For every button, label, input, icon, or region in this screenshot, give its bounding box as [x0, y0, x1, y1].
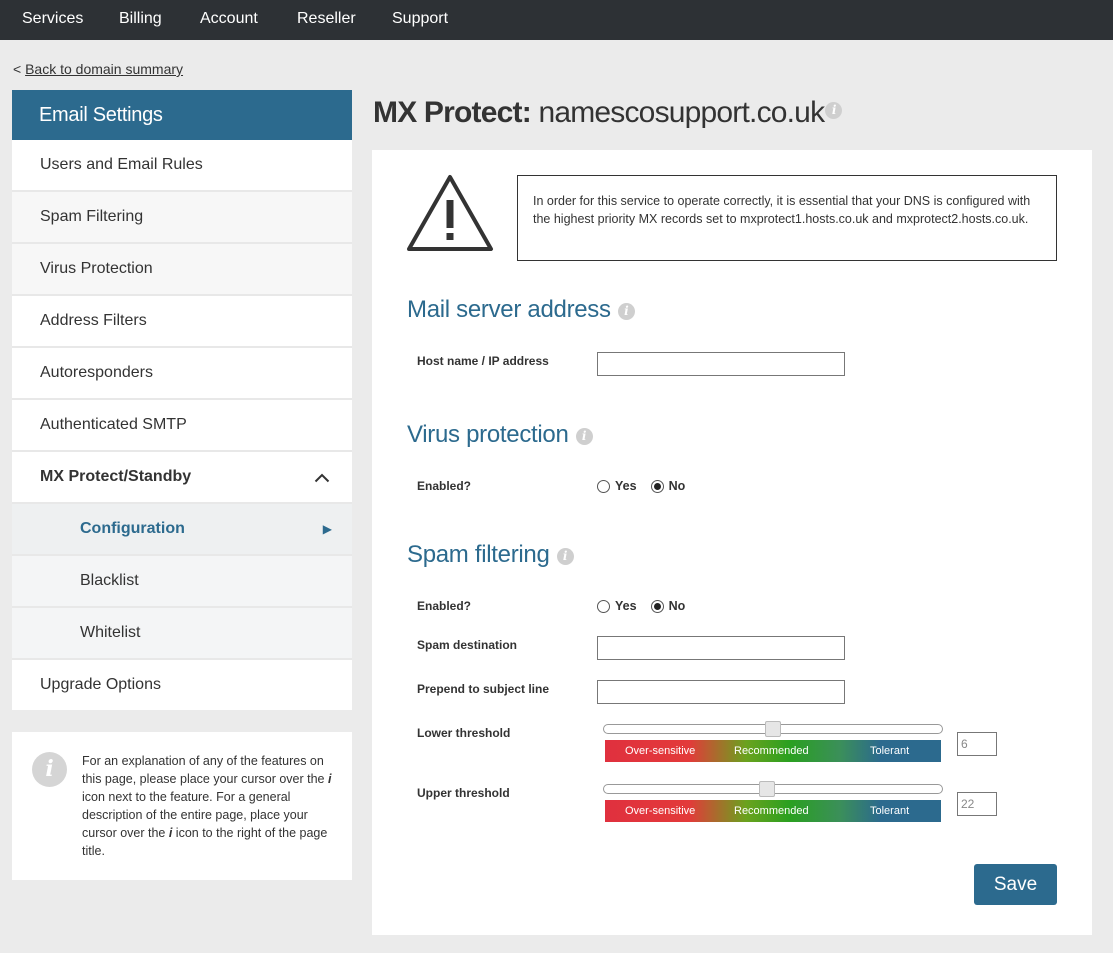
sidebar-item-blacklist[interactable]: Blacklist: [12, 556, 352, 608]
sidebar-item-configuration[interactable]: Configuration ▶: [12, 504, 352, 556]
back-link-container: < Back to domain summary: [13, 61, 183, 77]
sidebar-item-virus-protection[interactable]: Virus Protection: [12, 244, 352, 296]
spam-yes-label: Yes: [615, 599, 637, 613]
dns-warning-message: In order for this service to operate cor…: [517, 175, 1057, 261]
mail-server-info-icon[interactable]: i: [617, 303, 635, 320]
spam-enabled-no-radio[interactable]: [650, 599, 664, 613]
upper-threshold-slider[interactable]: [603, 781, 943, 797]
prepend-subject-input[interactable]: [597, 680, 845, 704]
help-infobox: i For an explanation of any of the featu…: [12, 732, 352, 880]
virus-protection-heading: Virus protection i: [407, 421, 593, 449]
sidebar-item-label: Configuration: [80, 520, 185, 537]
domain-name: namescosupport.co.uk: [538, 96, 825, 129]
lower-threshold-value-input[interactable]: 6: [957, 732, 997, 756]
sidebar: Email Settings Users and Email Rules Spa…: [12, 90, 352, 710]
virus-yes-label: Yes: [615, 479, 637, 493]
info-icon: i: [32, 752, 67, 787]
sidebar-item-whitelist[interactable]: Whitelist: [12, 608, 352, 660]
lower-threshold-slider[interactable]: [603, 721, 943, 737]
back-chevron: <: [13, 61, 22, 77]
upper-threshold-slider-handle[interactable]: [759, 781, 775, 797]
scale-label-tolerant: Tolerant: [870, 745, 910, 757]
sidebar-item-address-filters[interactable]: Address Filters: [12, 296, 352, 348]
nav-support[interactable]: Support: [392, 0, 448, 40]
page-info-icon[interactable]: i: [825, 102, 843, 119]
virus-enabled-radio-group: Yes No: [597, 479, 699, 493]
virus-protection-info-icon[interactable]: i: [575, 428, 593, 445]
nav-reseller[interactable]: Reseller: [297, 0, 356, 40]
save-button[interactable]: Save: [974, 864, 1057, 905]
virus-no-label: No: [668, 479, 686, 493]
caret-right-icon: ▶: [322, 522, 332, 536]
chevron-up-icon[interactable]: [314, 452, 330, 502]
spam-enabled-label: Enabled?: [417, 599, 472, 613]
sidebar-item-users-and-email-rules[interactable]: Users and Email Rules: [12, 140, 352, 192]
virus-enabled-label: Enabled?: [417, 479, 472, 493]
host-label: Host name / IP address: [417, 354, 549, 368]
prepend-subject-label: Prepend to subject line: [417, 682, 550, 696]
sidebar-item-mx-protect-standby[interactable]: MX Protect/Standby: [12, 452, 352, 504]
spam-destination-label: Spam destination: [417, 638, 518, 652]
spam-enabled-yes-radio[interactable]: [597, 599, 610, 613]
nav-services[interactable]: Services: [22, 0, 83, 40]
warning-icon: [407, 175, 493, 251]
page-title: MX Protect: namescosupport.co.uk i: [373, 96, 843, 130]
sidebar-item-upgrade-options[interactable]: Upgrade Options: [12, 660, 352, 710]
spam-filtering-info-icon[interactable]: i: [556, 548, 574, 565]
spam-enabled-radio-group: Yes No: [597, 599, 699, 613]
scale-label-tolerant: Tolerant: [870, 805, 910, 817]
lower-threshold-slider-handle[interactable]: [765, 721, 781, 737]
lower-threshold-label: Lower threshold: [417, 726, 511, 740]
back-to-domain-summary-link[interactable]: Back to domain summary: [25, 61, 183, 77]
virus-enabled-yes-radio[interactable]: [597, 479, 610, 493]
spam-no-label: No: [668, 599, 686, 613]
scale-label-recommended: Recommended: [734, 745, 809, 757]
scale-label-over-sensitive: Over-sensitive: [625, 805, 696, 817]
spam-filtering-heading: Spam filtering i: [407, 541, 574, 569]
top-navigation-bar: Services Billing Account Reseller Suppor…: [0, 0, 1113, 40]
sidebar-item-label: MX Protect/Standby: [40, 468, 192, 485]
sidebar-item-spam-filtering[interactable]: Spam Filtering: [12, 192, 352, 244]
lower-threshold-scale: Over-sensitive Recommended Tolerant: [605, 740, 941, 762]
sidebar-item-autoresponders[interactable]: Autoresponders: [12, 348, 352, 400]
upper-threshold-scale: Over-sensitive Recommended Tolerant: [605, 800, 941, 822]
upper-threshold-value-input[interactable]: 22: [957, 792, 997, 816]
main-card: In order for this service to operate cor…: [372, 150, 1092, 935]
host-input[interactable]: [597, 352, 845, 376]
sidebar-item-authenticated-smtp[interactable]: Authenticated SMTP: [12, 400, 352, 452]
sidebar-header: Email Settings: [12, 90, 352, 140]
spam-destination-input[interactable]: [597, 636, 845, 660]
upper-threshold-label: Upper threshold: [417, 786, 510, 800]
scale-label-over-sensitive: Over-sensitive: [625, 745, 696, 757]
virus-enabled-no-radio[interactable]: [650, 479, 664, 493]
scale-label-recommended: Recommended: [734, 805, 809, 817]
mail-server-heading: Mail server address i: [407, 296, 635, 324]
help-text: For an explanation of any of the feature…: [82, 754, 332, 858]
nav-account[interactable]: Account: [200, 0, 258, 40]
nav-billing[interactable]: Billing: [119, 0, 162, 40]
